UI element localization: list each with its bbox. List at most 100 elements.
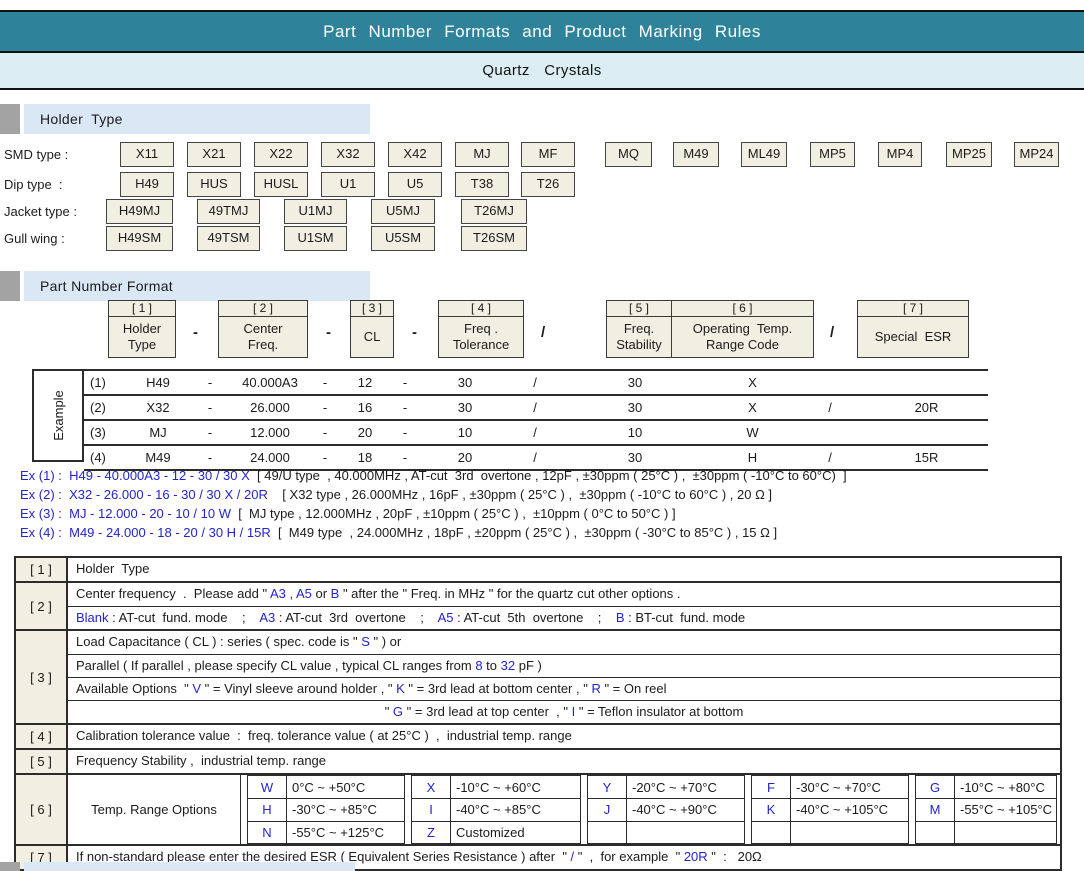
section-marker xyxy=(0,271,20,301)
example-part-number: Ex (3) : MJ - 12.000 - 20 - 10 / 10 W xyxy=(20,506,231,521)
holder-box: U1SM xyxy=(284,226,347,251)
format-separator: / xyxy=(541,324,545,341)
temp-range-group: X-10°C ~ +60°CI-40°C ~ +85°CZCustomized xyxy=(411,775,581,844)
temp-code-cell: Z xyxy=(412,822,451,843)
temp-range-cell: -55°C ~ +105°C xyxy=(955,799,1056,820)
example-cell-no: (2) xyxy=(84,396,126,419)
field-label: Center xyxy=(243,321,282,337)
field-label: Freq. xyxy=(624,321,654,337)
example-cell-slash2: / xyxy=(795,396,865,419)
temp-range-row: M-55°C ~ +105°C xyxy=(916,798,1056,820)
temp-range-row: H-30°C ~ +85°C xyxy=(248,798,404,820)
example-cell-code: X xyxy=(710,396,795,419)
holder-row-label: Gull wing : xyxy=(4,226,65,251)
temp-range-group: Y-20°C ~ +70°CJ-40°C ~ +90°C xyxy=(587,775,745,844)
example-row: (3)MJ-12.000-20-10/10W xyxy=(84,419,988,444)
holder-row: SMD type :X11X21X22X32X42MJMFMQM49ML49MP… xyxy=(0,142,1084,167)
field-label: Operating Temp. xyxy=(693,321,792,337)
field-number: [ 6 ] xyxy=(671,301,813,317)
field-label: Special ESR xyxy=(875,329,952,345)
text-segment: 8 xyxy=(475,658,482,673)
text-segment: " after the " Freq. in MHz " for the qua… xyxy=(339,586,680,601)
holder-row-label: Dip type : xyxy=(4,172,63,197)
next-section-bar xyxy=(24,862,355,871)
holder-box: HUS xyxy=(187,172,241,197)
text-segment: : AT-cut 3rd overtone ; xyxy=(275,610,437,625)
example-cell-tol: 30 xyxy=(420,396,510,419)
holder-box: X42 xyxy=(388,142,442,167)
temp-range-row xyxy=(752,821,908,843)
temp-range-cell: -20°C ~ +70°C xyxy=(627,776,744,798)
text-segment: : AT-cut 5th overtone ; xyxy=(453,610,615,625)
text-segment: A5 xyxy=(438,610,454,625)
text-segment: or xyxy=(312,586,331,601)
example-part-number: Ex (2) : X32 - 26.000 - 16 - 30 / 30 X /… xyxy=(20,487,268,502)
temp-range-cell: -10°C ~ +60°C xyxy=(451,776,580,798)
holder-row-label: Jacket type : xyxy=(4,199,77,224)
example-cell-holder: X32 xyxy=(126,396,190,419)
holder-row-label: SMD type : xyxy=(4,142,68,167)
example-cell-stab: 30 xyxy=(560,371,710,394)
example-cell-esr: 20R xyxy=(865,396,988,419)
text-segment: R xyxy=(591,681,600,696)
text-segment: Holder Type xyxy=(76,561,149,576)
example-cell-dash: - xyxy=(190,396,230,419)
example-part-number: Ex (1) : H49 - 40.000A3 - 12 - 30 / 30 X xyxy=(20,468,250,483)
temp-range-cell: -55°C ~ +125°C xyxy=(287,822,404,843)
spec-row: [ 1 ]Holder Type xyxy=(16,558,1060,581)
field-number: [ 5 ] xyxy=(607,301,671,317)
temp-range-cell: -40°C ~ +105°C xyxy=(791,799,908,820)
example-rows: (1)H49-40.000A3-12-30/30X(2)X32-26.000-1… xyxy=(84,369,988,471)
spec-code: [ 4 ] xyxy=(16,725,68,748)
format-field-freq-tolerance: [ 4 ] Freq .Tolerance xyxy=(438,300,524,358)
format-separator: / xyxy=(830,324,834,341)
temp-range-cell: -40°C ~ +85°C xyxy=(451,799,580,820)
spec-row: [ 2 ]Center frequency . Please add " A3 … xyxy=(16,581,1060,629)
part-number-format-diagram: [ 1 ] HolderType - [ 2 ] CenterFreq. - [… xyxy=(0,300,1084,362)
text-segment: A3 xyxy=(259,610,275,625)
temp-code-cell xyxy=(916,822,955,843)
spec-line: Calibration tolerance value : freq. tole… xyxy=(68,725,1060,748)
example-row-header: Example xyxy=(32,369,84,462)
example-part-meaning: [ M49 type , 24.000MHz , 18pF , ±20ppm (… xyxy=(271,525,777,540)
temp-range-cell: -30°C ~ +85°C xyxy=(287,799,404,820)
holder-row: Dip type :H49HUSHUSLU1U5T38T26 xyxy=(0,172,1084,197)
holder-box: H49SM xyxy=(106,226,173,251)
temp-range-row xyxy=(916,821,1056,843)
text-segment: 32 xyxy=(501,658,515,673)
text-segment: S xyxy=(361,634,370,649)
temp-code-cell xyxy=(752,822,791,843)
example-cell-stab: 10 xyxy=(560,421,710,444)
holder-box: 49TSM xyxy=(197,226,260,251)
text-segment: Blank xyxy=(76,610,109,625)
holder-box: T26 xyxy=(521,172,575,197)
temp-range-group: F-30°C ~ +70°CK-40°C ~ +105°C xyxy=(751,775,909,844)
datasheet-page: Part Number Formats and Product Marking … xyxy=(0,0,1084,871)
holder-row: Jacket type :H49MJ49TMJU1MJU5MJT26MJ xyxy=(0,199,1084,224)
holder-box: MJ xyxy=(455,142,509,167)
text-segment: " , for example " xyxy=(574,849,684,864)
example-description-line: Ex (1) : H49 - 40.000A3 - 12 - 30 / 30 X… xyxy=(20,466,1080,485)
example-cell-stab: 30 xyxy=(560,396,710,419)
text-segment: Center frequency . Please add " xyxy=(76,586,270,601)
text-segment: Available Options " xyxy=(76,681,192,696)
text-segment: " xyxy=(385,704,393,719)
spec-content: Calibration tolerance value : freq. tole… xyxy=(68,725,1060,748)
format-field-center-freq: [ 2 ] CenterFreq. xyxy=(218,300,308,358)
example-cell-slash: / xyxy=(510,371,560,394)
field-label: Tolerance xyxy=(453,337,509,353)
holder-box: ML49 xyxy=(741,142,787,167)
spec-line: Center frequency . Please add " A3 , A5 … xyxy=(68,583,1060,606)
format-separator: - xyxy=(193,324,198,341)
temp-code-cell: X xyxy=(412,776,451,798)
field-label: Holder xyxy=(123,321,161,337)
text-segment: : AT-cut fund. mode ; xyxy=(109,610,260,625)
spec-row: [ 3 ]Load Capacitance ( CL ) : series ( … xyxy=(16,629,1060,723)
example-description-line: Ex (2) : X32 - 26.000 - 16 - 30 / 30 X /… xyxy=(20,485,1080,504)
text-segment: A3 , A5 xyxy=(270,586,312,601)
spec-line: Available Options " V " = Vinyl sleeve a… xyxy=(68,677,1060,700)
temp-range-row: ZCustomized xyxy=(412,821,580,843)
section-title-holder-type: Holder Type xyxy=(24,104,370,134)
example-cell-holder: H49 xyxy=(126,371,190,394)
text-segment: Load Capacitance ( CL ) : series ( spec.… xyxy=(76,634,361,649)
